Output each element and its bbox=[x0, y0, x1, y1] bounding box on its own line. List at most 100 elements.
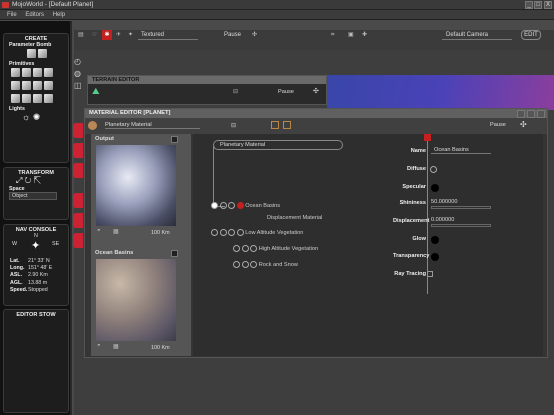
material-close-icon[interactable] bbox=[537, 110, 545, 118]
terrain-options-icon[interactable]: ⊟ bbox=[233, 88, 238, 95]
ray-tracing-toggle[interactable] bbox=[427, 271, 433, 277]
sphere-icon[interactable] bbox=[11, 68, 20, 77]
displacement-slider[interactable] bbox=[431, 224, 491, 227]
prism-icon[interactable] bbox=[44, 81, 53, 90]
material-paste-icon[interactable] bbox=[283, 121, 291, 129]
edit-button[interactable]: EDIT bbox=[521, 30, 541, 40]
menu-file[interactable]: File bbox=[7, 12, 17, 18]
material-minimize-icon[interactable] bbox=[517, 110, 525, 118]
tab-moon[interactable] bbox=[73, 163, 83, 178]
plane-mode-icon[interactable]: ✈ bbox=[116, 30, 121, 40]
nav-row: Long. 151° 48' E bbox=[10, 265, 53, 272]
graph-node-row[interactable]: High Altitude Vegetation bbox=[233, 245, 318, 252]
preview-sphere-icon[interactable]: ◓ bbox=[97, 228, 101, 234]
crop-icon[interactable]: ⌗ bbox=[331, 30, 334, 40]
pause-button[interactable]: Pause bbox=[224, 30, 241, 40]
camera-icon[interactable]: ▣ bbox=[348, 30, 354, 40]
property-row[interactable]: Diffuse bbox=[343, 166, 543, 176]
graph-node-row[interactable]: Low Altitude Vegetation bbox=[211, 229, 303, 236]
compass-east: SE bbox=[52, 241, 60, 247]
tab-objects[interactable] bbox=[73, 233, 83, 248]
material-globe-icon[interactable] bbox=[88, 121, 97, 130]
property-marker-icon bbox=[424, 134, 431, 141]
tube-icon[interactable] bbox=[22, 94, 31, 103]
diffuse-swatch[interactable] bbox=[430, 166, 437, 173]
property-row[interactable]: Glow bbox=[343, 236, 543, 246]
nav-row: ASL. 2.90 Km bbox=[10, 272, 48, 279]
output-pause-icon[interactable] bbox=[171, 136, 178, 143]
compass[interactable]: N W SE ✦ bbox=[4, 233, 68, 258]
bomb-icon[interactable] bbox=[27, 49, 36, 58]
point-light-icon[interactable]: ☼ bbox=[22, 112, 30, 122]
cube-icon[interactable] bbox=[22, 68, 31, 77]
walk-mode-icon[interactable]: ✱ bbox=[102, 30, 112, 40]
basins-sphere-icon[interactable]: ◓ bbox=[97, 343, 101, 349]
clock-icon[interactable]: ◴ bbox=[74, 56, 85, 68]
material-select[interactable]: Planetary Material bbox=[105, 122, 200, 129]
material-pause-button[interactable]: Pause bbox=[490, 122, 506, 128]
left-panel: CREATE Parameter Bomb Primitives Lights … bbox=[0, 21, 72, 415]
bomb-icon[interactable] bbox=[38, 49, 47, 58]
disc-icon[interactable] bbox=[33, 94, 42, 103]
orbit-mode-icon[interactable]: ✦ bbox=[128, 30, 133, 40]
basins-grid-icon[interactable]: ▦ bbox=[113, 343, 119, 350]
property-row[interactable]: Name Ocean Basins bbox=[343, 147, 543, 158]
menu-help[interactable]: Help bbox=[53, 12, 65, 18]
name-field[interactable]: Ocean Basins bbox=[431, 147, 491, 154]
torus-icon[interactable] bbox=[11, 81, 20, 90]
editor-stow-heading: EDITOR STOW bbox=[16, 312, 56, 318]
menu-grid-icon[interactable]: ▤ bbox=[78, 30, 84, 40]
scale-icon[interactable]: ⇱ bbox=[34, 176, 41, 185]
graph-node-row[interactable]: Rock and Snow bbox=[233, 261, 298, 268]
property-row[interactable]: Ray Tracing bbox=[343, 271, 543, 281]
property-row[interactable]: Shininess 50.000000 bbox=[343, 199, 543, 214]
material-maximize-icon[interactable] bbox=[527, 110, 535, 118]
property-row[interactable]: Transparency bbox=[343, 253, 543, 263]
pyramid-icon[interactable] bbox=[11, 94, 20, 103]
graph-node-row[interactable]: Ocean Basins bbox=[211, 202, 280, 209]
preview-grid-icon[interactable]: ▦ bbox=[113, 228, 119, 235]
spot-light-icon[interactable]: ✺ bbox=[33, 112, 41, 122]
shininess-value[interactable]: 50.000000 bbox=[431, 199, 457, 205]
move-icon[interactable]: ⤢ bbox=[16, 176, 22, 185]
render-mode-select[interactable]: Textured bbox=[138, 30, 198, 40]
property-row[interactable]: Displacement 0.000000 bbox=[343, 217, 543, 232]
cone-icon[interactable] bbox=[44, 68, 53, 77]
camera-select[interactable]: Default Camera bbox=[442, 30, 512, 40]
camera-add-icon[interactable]: ✚ bbox=[362, 30, 367, 40]
transparency-swatch[interactable] bbox=[431, 253, 439, 261]
specular-swatch[interactable] bbox=[431, 184, 439, 192]
rotate-icon[interactable]: ↻ bbox=[25, 176, 32, 185]
globe-icon[interactable]: ◍ bbox=[74, 68, 85, 80]
minimize-button[interactable]: _ bbox=[525, 1, 533, 9]
glow-swatch[interactable] bbox=[431, 236, 439, 244]
tab-clouds[interactable] bbox=[73, 213, 83, 228]
displacement-value[interactable]: 0.000000 bbox=[431, 217, 454, 223]
tab-atmosphere[interactable] bbox=[73, 193, 83, 208]
cylinder-icon[interactable] bbox=[33, 68, 42, 77]
terrain-render-icon[interactable]: ✣ bbox=[313, 87, 319, 95]
material-options-icon[interactable]: ⊟ bbox=[231, 122, 236, 129]
maximize-button[interactable]: □ bbox=[534, 1, 542, 9]
terrain-pause-button[interactable]: Pause bbox=[278, 89, 294, 95]
basins-pause-icon[interactable] bbox=[171, 250, 178, 257]
box-icon[interactable] bbox=[22, 81, 31, 90]
tab-sun[interactable] bbox=[73, 143, 83, 158]
graph-node-row[interactable]: Displacement Material bbox=[267, 215, 322, 221]
wedge-icon[interactable] bbox=[44, 94, 53, 103]
tab-planet[interactable] bbox=[73, 123, 83, 138]
material-editor-panel: MATERIAL EDITOR [PLANET] Planetary Mater… bbox=[73, 108, 548, 358]
material-render-icon[interactable]: ✣ bbox=[520, 120, 527, 129]
space-select[interactable]: Object bbox=[9, 192, 57, 200]
flight-icon[interactable]: ☞ bbox=[92, 30, 97, 40]
menu-editors[interactable]: Editors bbox=[25, 12, 44, 18]
graph-root-node[interactable]: Planetary Material bbox=[213, 140, 343, 150]
shininess-slider[interactable] bbox=[431, 206, 491, 209]
plane-icon[interactable] bbox=[33, 81, 42, 90]
property-row[interactable]: Specular bbox=[343, 184, 543, 194]
material-copy-icon[interactable] bbox=[271, 121, 279, 129]
render-icon[interactable]: ✣ bbox=[252, 30, 257, 40]
close-button[interactable]: X bbox=[544, 1, 552, 9]
layers-icon[interactable]: ◫ bbox=[74, 80, 85, 92]
terrain-icon[interactable]: ⛰ bbox=[92, 86, 104, 96]
